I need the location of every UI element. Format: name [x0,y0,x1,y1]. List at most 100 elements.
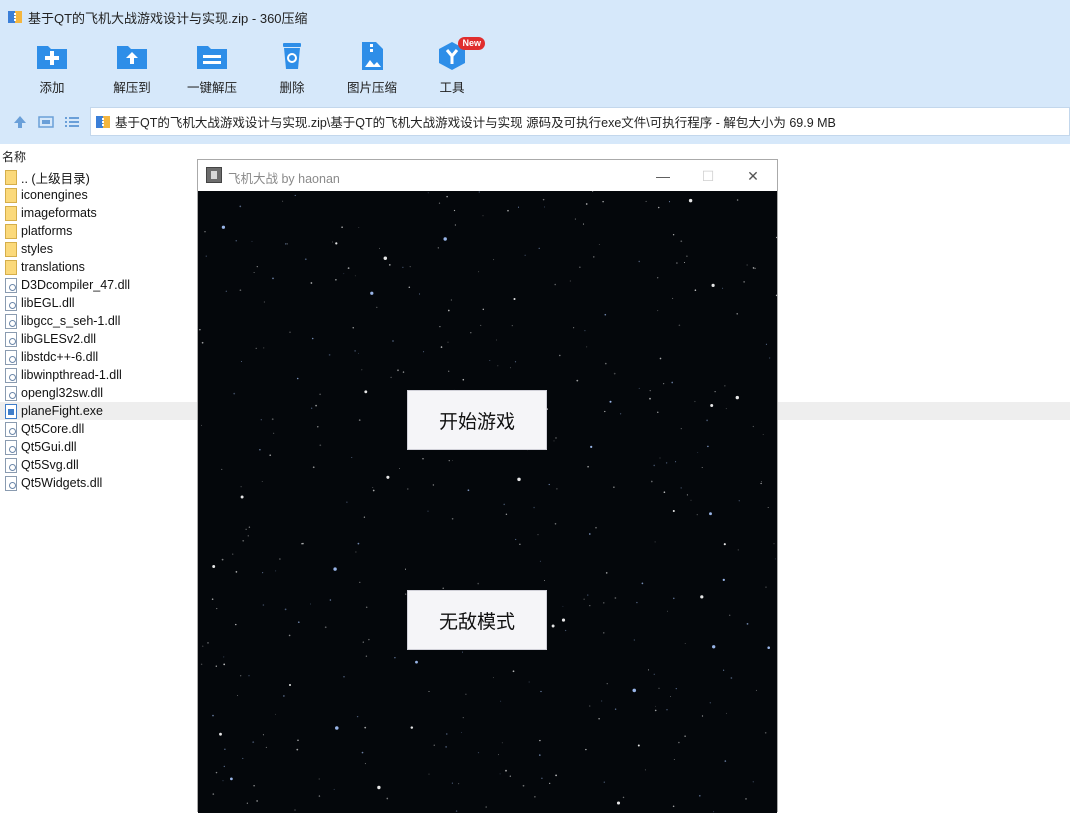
star [672,297,674,299]
star [239,289,242,292]
tools-button[interactable]: New 工具 [412,37,492,99]
star [500,700,502,702]
star [752,267,755,269]
star [240,361,242,363]
star [559,354,561,357]
name-column-label: 名称 [2,150,27,164]
add-button[interactable]: 添加 [12,39,92,99]
star [710,404,714,407]
folder-icon [5,169,17,185]
star [242,757,244,759]
up-arrow-icon[interactable] [12,114,28,130]
star [723,543,726,546]
star [505,513,508,516]
star [259,449,261,451]
star [688,198,693,203]
star [769,357,771,359]
star [653,673,655,675]
star [561,618,566,622]
start-game-button[interactable]: 开始游戏 [407,390,547,450]
star [221,225,226,229]
star [514,361,517,363]
star [212,793,215,795]
star [275,713,277,715]
star [505,769,507,772]
starfield [199,191,777,813]
star [446,733,448,735]
file-name: planeFight.exe [21,404,104,418]
star [729,614,731,616]
image-compress-button[interactable]: 图片压缩 [332,39,412,99]
star [482,308,485,311]
image-compress-label: 图片压缩 [346,81,397,95]
game-window-title: 飞机大战 by haonan [228,172,340,186]
star [461,732,463,734]
star [317,426,319,428]
star [216,608,218,610]
star [438,202,441,204]
star [767,506,769,509]
title-bar: 基于QT的飞机大战游戏设计与实现.zip - 360压缩 [0,0,1070,34]
star [650,480,653,483]
star [221,558,224,561]
star [233,392,236,395]
star [606,683,608,685]
game-title-bar[interactable]: 飞机大战 by haonan — ☐ ✕ [198,160,777,191]
star [699,795,701,797]
star [773,543,775,545]
path-input[interactable]: 基于QT的飞机大战游戏设计与实现.zip\基于QT的飞机大战游戏设计与实现 源码… [90,107,1070,136]
star [539,739,541,742]
star [357,542,360,545]
star [485,806,488,808]
star [462,651,464,653]
star [765,343,767,345]
star [445,746,447,748]
star [655,705,656,707]
star [582,223,585,225]
star [541,777,543,780]
star [275,570,277,572]
star [359,581,361,584]
minimize-button[interactable]: — [641,164,685,188]
dll-file-icon [5,457,17,473]
star [256,265,258,268]
list-view-icon[interactable] [64,114,80,130]
star [647,669,650,671]
star [590,445,593,449]
star [587,594,589,596]
star [351,456,353,458]
star [477,582,480,585]
star [657,411,659,413]
star [262,572,264,574]
star [311,407,313,409]
game-window: 飞机大战 by haonan — ☐ ✕ 开始游戏 无敌模式 [197,159,778,813]
star [235,571,238,573]
thumbnail-view-icon[interactable] [38,114,54,130]
star [225,290,227,292]
star [538,247,540,249]
star [760,481,762,483]
star [686,494,688,496]
star [598,244,600,246]
star [548,483,550,486]
star [675,687,677,690]
star [447,341,449,343]
star [675,461,677,463]
close-button[interactable]: ✕ [731,164,775,188]
star [335,278,337,281]
star [482,215,484,217]
star [253,785,255,787]
extract-to-button[interactable]: 解压到 [92,39,172,99]
star [711,283,715,287]
star [668,201,671,203]
star [223,765,225,768]
star [318,778,320,780]
star [576,379,579,382]
star [272,277,274,280]
star [410,726,414,729]
maximize-button[interactable]: ☐ [686,164,730,188]
invincible-mode-button[interactable]: 无敌模式 [407,590,547,650]
one-click-extract-button[interactable]: 一键解压 [172,39,252,99]
delete-button[interactable]: 删除 [252,39,332,99]
star [256,800,258,802]
